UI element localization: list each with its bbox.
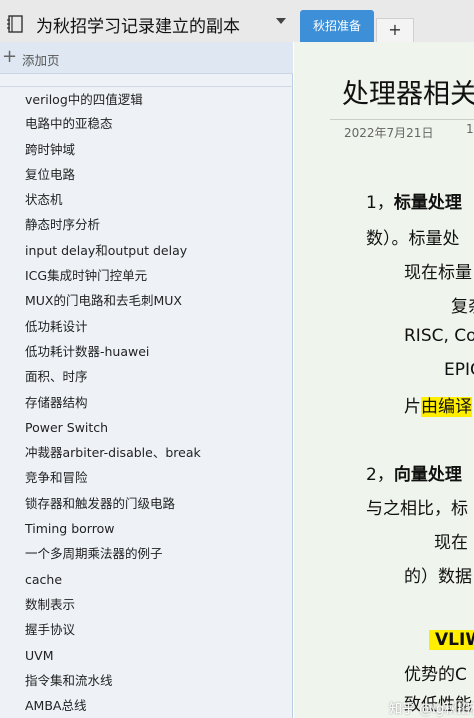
page-list-panel: + 添加页 verilog中的四值逻辑 电路中的亚稳态 跨时钟域 复位电路 状态机 静态时… [0, 42, 293, 718]
page-content[interactable]: 处理器相关 2022年7月21日 1 1，标量处理 数）。标量处 现在标量 复杂… [294, 42, 474, 718]
text-line-1-bold: 标量处理 [393, 193, 462, 213]
page-list-item[interactable]: 跨时钟域 [0, 137, 293, 162]
text-line-6[interactable]: EPIC [444, 360, 474, 380]
text-line-8-prefix: 2， [366, 465, 394, 485]
page-list-item[interactable]: cache [0, 567, 293, 592]
page-list-item[interactable]: 复位电路 [0, 162, 293, 187]
add-page-label: 添加页 [22, 53, 60, 68]
text-line-4[interactable]: 复杂 [451, 292, 474, 317]
page-list-item[interactable]: 电路中的亚稳态 [0, 111, 293, 136]
page-list-item[interactable]: 状态机 [0, 187, 293, 212]
page-list-item[interactable]: ICG集成时钟门控单元 [0, 263, 293, 288]
add-page-button[interactable]: + 添加页 [0, 42, 293, 74]
page-list-item[interactable]: 握手协议 [0, 617, 293, 642]
page-list-item[interactable]: verilog中的四值逻辑 [0, 86, 293, 111]
text-line-3[interactable]: 现在标量 [404, 258, 472, 283]
notebook-title[interactable]: 为秋招学习记录建立的副本 [36, 12, 240, 37]
page-list-item[interactable]: 竞争和冒险 [0, 465, 293, 490]
highlighted-heading[interactable]: VLIW [429, 630, 474, 650]
text-line-1[interactable]: 1，标量处理 [366, 188, 462, 213]
text-line-10[interactable]: 现在 [434, 528, 468, 553]
title-bar: 为秋招学习记录建立的副本 秋招准备 + [0, 0, 474, 42]
page-list-item[interactable]: AMBA总线 [0, 693, 293, 718]
text-line-11[interactable]: 的）数据 [404, 562, 472, 587]
text-line-2[interactable]: 数）。标量处 [366, 224, 460, 249]
page-list-item[interactable]: 静态时序分析 [0, 212, 293, 237]
page-date: 2022年7月21日 [344, 126, 434, 140]
page-list-item[interactable]: 一个多周期乘法器的例子 [0, 541, 293, 566]
text-line-1-prefix: 1， [366, 193, 394, 213]
title-divider [330, 119, 474, 120]
page-list-item[interactable]: UVM [0, 643, 293, 668]
page-list-item[interactable]: 锁存器和触发器的门级电路 [0, 491, 293, 516]
text-line-5[interactable]: RISC, Co [404, 326, 474, 346]
watermark: 知乎 @lg秋招程 [389, 702, 474, 717]
page-list-item[interactable]: 面积、时序 [0, 364, 293, 389]
page-list-item[interactable]: 低功耗计数器-huawei [0, 339, 293, 364]
page-list-item[interactable]: MUX的门电路和去毛刺MUX [0, 288, 293, 313]
text-line-8[interactable]: 2，向量处理 [366, 460, 462, 485]
page-list-item[interactable]: 低功耗设计 [0, 314, 293, 339]
page-list-item[interactable]: 指令集和流水线 [0, 668, 293, 693]
page-list-item[interactable]: Timing borrow [0, 516, 293, 541]
page-list-item[interactable]: 数制表示 [0, 592, 293, 617]
tab-section-active[interactable]: 秋招准备 [300, 10, 374, 42]
page-list-item[interactable]: input delay和output delay [0, 238, 293, 263]
page-list-item[interactable]: Power Switch [0, 415, 293, 440]
text-line-9[interactable]: 与之相比，标 [366, 494, 468, 519]
page-title[interactable]: 处理器相关 [342, 72, 474, 111]
plus-icon: + [2, 46, 18, 67]
add-section-button[interactable]: + [376, 18, 414, 42]
text-line-7-prefix: 片 [404, 397, 421, 417]
text-line-8-bold: 向量处理 [393, 465, 462, 485]
page-time: 1 [466, 122, 474, 136]
text-line-7[interactable]: 片由编译 [404, 392, 472, 417]
page-list-item[interactable]: 存储器结构 [0, 390, 293, 415]
text-line-13[interactable]: 优势的C [404, 660, 467, 685]
highlighted-text: 由编译 [421, 397, 472, 417]
chevron-down-icon[interactable] [276, 18, 286, 24]
page-list-item[interactable]: 冲裁器arbiter-disable、break [0, 440, 293, 465]
notebook-icon[interactable] [6, 14, 26, 34]
page-list: verilog中的四值逻辑 电路中的亚稳态 跨时钟域 复位电路 状态机 静态时序分析 inp… [0, 86, 293, 718]
